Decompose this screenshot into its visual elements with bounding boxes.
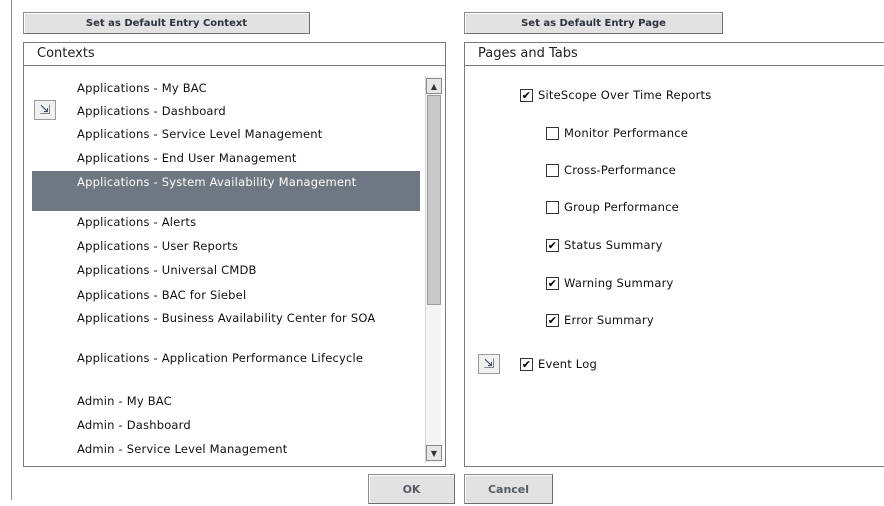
context-item[interactable]: Applications - Dashboard <box>32 104 420 118</box>
page-item-label: Error Summary <box>564 313 654 327</box>
cancel-label: Cancel <box>487 482 530 496</box>
default-entry-icon: ⇲ <box>34 100 56 120</box>
context-item[interactable]: Applications - Universal CMDB <box>32 263 420 277</box>
page-item[interactable]: Cross-Performance <box>546 163 676 177</box>
page-checkbox[interactable] <box>546 163 559 177</box>
context-item[interactable]: Applications - User Reports <box>32 239 420 253</box>
page-item[interactable]: ✔ Event Log <box>520 357 597 371</box>
set-default-page-label: Set as Default Entry Page <box>521 17 666 29</box>
set-default-context-button[interactable]: Set as Default Entry Context <box>23 12 310 34</box>
context-item[interactable]: Applications - My BAC <box>32 81 420 95</box>
contexts-panel: Contexts Applications - My BAC Applicatio… <box>23 42 446 467</box>
page-item-label: SiteScope Over Time Reports <box>538 88 712 102</box>
page-item[interactable]: ✔ Warning Summary <box>546 276 674 290</box>
page-checkbox[interactable]: ✔ <box>520 88 533 102</box>
page-item[interactable]: Monitor Performance <box>546 126 688 140</box>
page-item-label: Monitor Performance <box>564 126 689 140</box>
contexts-header: Contexts <box>24 43 445 66</box>
page-checkbox[interactable]: ✔ <box>546 238 559 252</box>
page-checkbox[interactable]: ✔ <box>520 357 533 371</box>
page-item[interactable]: ✔ Error Summary <box>546 313 654 327</box>
ok-button[interactable]: OK <box>368 474 455 504</box>
left-divider <box>11 0 12 500</box>
page-checkbox[interactable]: ✔ <box>546 313 559 327</box>
context-item[interactable]: Applications - Application Performance L… <box>32 351 420 365</box>
context-item[interactable]: Applications - Service Level Management <box>32 127 420 141</box>
pages-header: Pages and Tabs <box>465 43 884 66</box>
default-entry-icon: ⇲ <box>478 354 500 374</box>
page-item-label: Group Performance <box>564 200 679 214</box>
page-item-label: Warning Summary <box>564 276 674 290</box>
context-item[interactable]: Admin - Service Level Management <box>32 442 420 456</box>
page-item-label: Event Log <box>538 357 597 371</box>
context-item[interactable]: Admin - Dashboard <box>32 418 420 432</box>
scroll-up-arrow-icon[interactable]: ▲ <box>426 78 442 94</box>
pages-panel: Pages and Tabs ✔ SiteScope Over Time Repo… <box>464 42 884 467</box>
page-checkbox[interactable]: ✔ <box>546 276 559 290</box>
context-item[interactable]: Admin - My BAC <box>32 394 420 408</box>
scrollbar-thumb[interactable] <box>427 95 441 305</box>
page-item[interactable]: ✔ SiteScope Over Time Reports <box>520 88 711 102</box>
set-default-page-button[interactable]: Set as Default Entry Page <box>464 12 723 34</box>
contexts-scrollbar[interactable]: ▲ ▼ <box>425 76 442 463</box>
context-item[interactable]: Applications - Business Availability Cen… <box>32 311 420 325</box>
page-checkbox[interactable] <box>546 126 559 140</box>
scroll-down-arrow-icon[interactable]: ▼ <box>426 445 442 461</box>
context-item[interactable]: Applications - System Availability Manag… <box>32 171 420 211</box>
ok-label: OK <box>402 482 421 496</box>
context-item[interactable]: Applications - BAC for Siebel <box>32 288 420 302</box>
page-item-label: Status Summary <box>564 238 663 252</box>
page-checkbox[interactable] <box>546 200 559 214</box>
contexts-list: Applications - My BAC Applications - Dash… <box>24 67 420 466</box>
context-item[interactable]: Applications - Alerts <box>32 215 420 229</box>
set-default-context-label: Set as Default Entry Context <box>85 17 248 29</box>
context-item[interactable]: Applications - End User Management <box>32 151 420 165</box>
cancel-button[interactable]: Cancel <box>464 474 553 504</box>
page-item[interactable]: ✔ Status Summary <box>546 238 663 252</box>
page-item-label: Cross-Performance <box>564 163 676 177</box>
page-item[interactable]: Group Performance <box>546 200 679 214</box>
